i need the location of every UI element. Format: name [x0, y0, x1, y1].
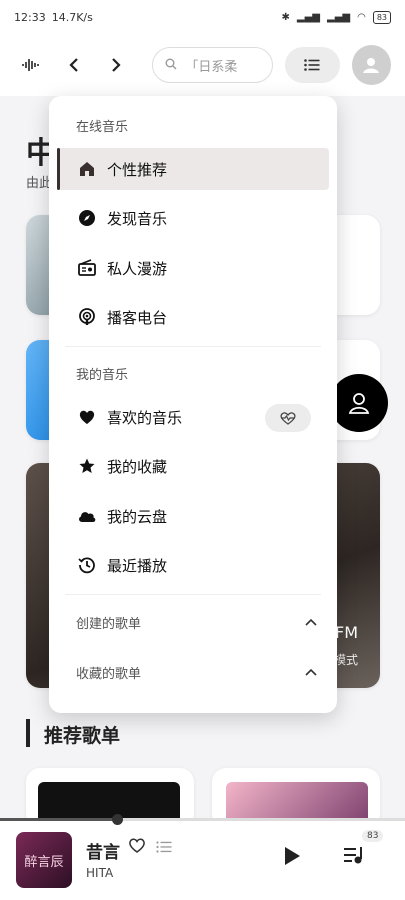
avatar[interactable]: [351, 45, 391, 85]
menu-item-personal-recommend[interactable]: 个性推荐: [57, 148, 329, 190]
chevron-up-icon: [305, 665, 317, 679]
song-title[interactable]: 昔言: [86, 838, 120, 863]
user-float-button[interactable]: [330, 374, 388, 432]
artist-name: HITA: [86, 866, 114, 880]
progress-bar[interactable]: [0, 814, 405, 825]
menu-item-label: 我的云盘: [107, 507, 168, 526]
nav-dropdown-menu: 在线音乐 个性推荐 发现音乐 私人漫游 播客电台 我的音乐 喜欢的音乐 我的收藏…: [49, 96, 337, 713]
menu-item-liked-music[interactable]: 喜欢的音乐: [57, 396, 329, 438]
menu-divider: [65, 594, 321, 595]
signal-icon: ▂▄▆: [296, 11, 320, 23]
my-music-header: 我的音乐: [76, 368, 129, 383]
menu-item-label: 私人漫游: [107, 259, 168, 278]
chevron-up-icon: [305, 615, 317, 629]
status-bar: 12:33 14.7K/s ✱ ▂▄▆ ▂▄▆ ◠ 83: [0, 0, 405, 34]
heartbeat-icon: [280, 412, 296, 425]
top-bar: 「日系柔: [0, 34, 405, 96]
podcast-icon: [77, 307, 97, 327]
heart-icon: [77, 407, 97, 427]
search-input[interactable]: 「日系柔: [152, 47, 273, 83]
queue-icon[interactable]: [344, 846, 366, 870]
created-playlists-toggle[interactable]: 创建的歌单: [57, 602, 329, 642]
search-icon: [165, 58, 177, 73]
heartbeat-mode-button[interactable]: [265, 404, 311, 432]
menu-item-label: 个性推荐: [107, 160, 168, 179]
menu-item-cloud-drive[interactable]: 我的云盘: [57, 495, 329, 537]
cloud-icon: [77, 506, 97, 526]
collected-playlists-label: 收藏的歌单: [76, 666, 142, 682]
star-icon: [77, 456, 97, 476]
history-icon: [77, 555, 97, 575]
online-music-header: 在线音乐: [76, 120, 129, 135]
album-art[interactable]: 醉言辰: [16, 832, 72, 888]
play-icon[interactable]: [282, 845, 302, 873]
collected-playlists-toggle[interactable]: 收藏的歌单: [57, 652, 329, 692]
queue-count-badge: 83: [362, 830, 384, 842]
bluetooth-icon: ✱: [281, 11, 290, 23]
search-placeholder: 「日系柔: [185, 59, 238, 75]
fm-label: FM: [334, 623, 358, 642]
menu-item-label: 发现音乐: [107, 209, 168, 228]
forward-icon[interactable]: [99, 48, 132, 82]
section-marker: [26, 719, 30, 747]
menu-button[interactable]: [284, 47, 340, 83]
progress-fill: [0, 818, 118, 821]
playlist-icon[interactable]: [156, 838, 172, 857]
wifi-icon: ◠: [357, 11, 366, 23]
progress-knob[interactable]: [112, 814, 124, 825]
menu-item-podcast[interactable]: 播客电台: [57, 296, 329, 338]
menu-item-label: 播客电台: [107, 308, 168, 327]
signal-icon-2: ▂▄▆: [327, 11, 351, 23]
status-time: 12:33: [14, 10, 46, 24]
mini-player: 醉言辰 昔言 HITA 83: [0, 814, 405, 900]
menu-item-label: 最近播放: [107, 556, 168, 575]
fm-mode-label: 模式: [333, 653, 358, 667]
recommend-playlists-title: 推荐歌单: [44, 725, 121, 747]
album-art-text: 醉言辰: [24, 854, 64, 870]
menu-divider: [65, 346, 321, 347]
user-icon: [348, 393, 370, 414]
menu-item-private-roaming[interactable]: 私人漫游: [57, 247, 329, 289]
menu-item-my-collection[interactable]: 我的收藏: [57, 445, 329, 487]
like-heart-icon[interactable]: [128, 837, 146, 858]
menu-item-recent-plays[interactable]: 最近播放: [57, 544, 329, 586]
back-icon[interactable]: [57, 48, 90, 82]
menu-item-discover-music[interactable]: 发现音乐: [57, 197, 329, 239]
menu-item-label: 我的收藏: [107, 457, 168, 476]
radio-icon: [77, 258, 97, 278]
battery-icon: 83: [372, 10, 391, 24]
home-icon: [77, 159, 97, 179]
waveform-icon[interactable]: [14, 48, 47, 82]
status-speed: 14.7K/s: [51, 10, 93, 24]
list-icon: [304, 56, 320, 75]
created-playlists-label: 创建的歌单: [76, 616, 142, 632]
menu-item-label: 喜欢的音乐: [107, 408, 183, 427]
compass-icon: [77, 208, 97, 228]
